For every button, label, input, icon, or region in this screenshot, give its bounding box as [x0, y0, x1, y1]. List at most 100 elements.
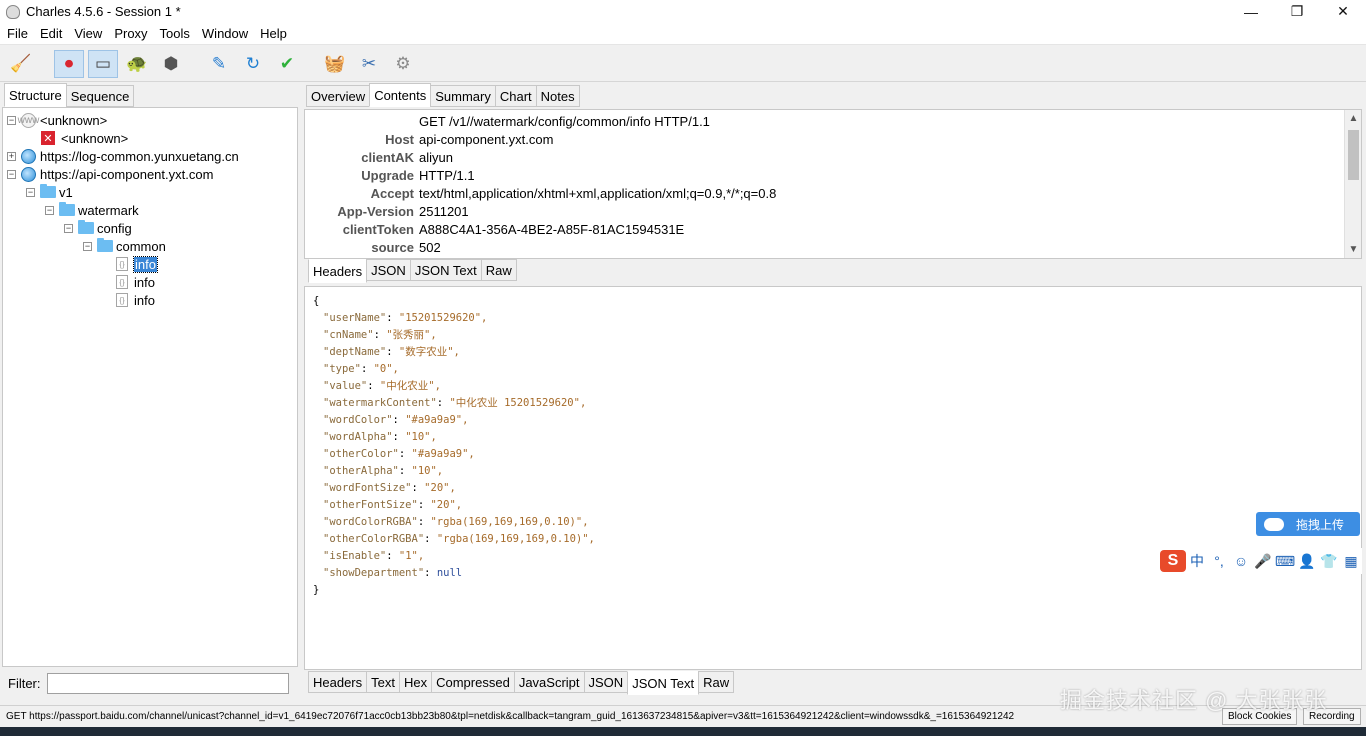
header-key: Accept	[370, 185, 414, 201]
microphone-icon[interactable]: 🎤	[1252, 550, 1274, 572]
scroll-up-icon[interactable]: ▲	[1345, 110, 1361, 127]
expand-toggle-icon[interactable]: −	[64, 223, 73, 233]
check-button[interactable]: ✔	[272, 50, 302, 78]
json-key: "isEnable"	[323, 550, 387, 562]
tree-node[interactable]: ✕ <unknown>	[27, 129, 128, 147]
tree-node[interactable]: {} info	[102, 255, 158, 273]
expand-toggle-icon[interactable]: +	[7, 151, 16, 161]
window-title: Charles 4.5.6 - Session 1 *	[26, 4, 181, 19]
pen-button[interactable]: ✎	[204, 50, 234, 78]
tree-node[interactable]: − config	[64, 219, 132, 237]
expand-toggle-icon[interactable]: −	[7, 169, 16, 179]
drag-upload-button[interactable]: 拖拽上传	[1256, 512, 1360, 536]
subtab-headers[interactable]: Headers	[308, 259, 368, 283]
response-tab-text[interactable]: Text	[366, 671, 400, 693]
response-tab-json-text[interactable]: JSON Text	[627, 671, 700, 695]
refresh-button[interactable]: ↻	[238, 50, 268, 78]
header-key: clientToken	[342, 221, 414, 237]
scroll-down-icon[interactable]: ▼	[1345, 241, 1361, 258]
json-line: "otherFontSize": "20",	[323, 499, 463, 511]
json-line: "showDepartment": null	[323, 567, 463, 579]
basket-button[interactable]: 🧺	[320, 50, 350, 78]
stop-icon: ⬢	[163, 53, 179, 73]
json-key: "wordAlpha"	[323, 431, 393, 443]
tree-node-label: info	[134, 292, 155, 308]
filter-row: Filter:	[8, 673, 289, 694]
record-button[interactable]: ⏺	[54, 49, 84, 78]
response-tab-json[interactable]: JSON	[583, 671, 629, 693]
expand-toggle-icon[interactable]: −	[45, 205, 54, 215]
response-tab-headers[interactable]: Headers	[308, 671, 368, 693]
tree-node[interactable]: + https://log-common.yunxuetang.cn	[7, 147, 239, 165]
tab-summary[interactable]: Summary	[430, 85, 496, 107]
json-key: "wordFontSize"	[323, 482, 412, 494]
menu-view[interactable]: View	[67, 26, 107, 41]
tab-contents[interactable]: Contents	[369, 83, 432, 107]
menu-file[interactable]: File	[0, 26, 33, 41]
record-icon: ⏺	[64, 53, 74, 73]
maximize-button[interactable]: ❐	[1274, 0, 1320, 23]
json-text-viewer[interactable]: {"userName": "15201529620", "cnName": "张秀…	[304, 286, 1362, 670]
tab-sequence[interactable]: Sequence	[65, 85, 135, 107]
emoji-icon[interactable]: ☺	[1230, 550, 1252, 572]
scroll-thumb[interactable]	[1348, 130, 1359, 180]
json-value: "0",	[373, 363, 399, 375]
menu-tools[interactable]: Tools	[153, 26, 195, 41]
response-tab-raw[interactable]: Raw	[698, 671, 735, 693]
menu-edit[interactable]: Edit	[33, 26, 67, 41]
folder-icon	[40, 184, 56, 198]
headers-scrollbar[interactable]: ▲ ▼	[1344, 110, 1361, 258]
sogou-logo-icon[interactable]: S	[1160, 550, 1186, 572]
close-button[interactable]: ✕	[1320, 0, 1366, 23]
expand-toggle-icon[interactable]: −	[83, 241, 92, 251]
broom-button[interactable]: 🧹	[6, 50, 36, 78]
header-key: Upgrade	[361, 167, 414, 183]
header-value: 2511201	[419, 203, 469, 219]
minimize-button[interactable]: —	[1228, 0, 1274, 23]
json-value: "10",	[405, 431, 437, 443]
menu-help[interactable]: Help	[253, 26, 292, 41]
json-value: "rgba(169,169,169,0.10)",	[430, 516, 589, 528]
user-icon[interactable]: 👤	[1296, 550, 1318, 572]
tab-structure[interactable]: Structure	[4, 83, 67, 107]
throttle-button[interactable]: ▭	[88, 49, 118, 78]
tree-node[interactable]: − common	[83, 237, 166, 255]
subtab-json-text[interactable]: JSON Text	[409, 259, 482, 281]
subtab-json[interactable]: JSON	[366, 259, 411, 281]
grid-icon[interactable]: ▦	[1340, 550, 1362, 572]
tree-node[interactable]: − https://api-component.yxt.com	[7, 165, 213, 183]
menu-proxy[interactable]: Proxy	[107, 26, 152, 41]
json-brace: {	[313, 295, 320, 307]
tree-node-label: v1	[59, 184, 73, 200]
menu-window[interactable]: Window	[195, 26, 253, 41]
gear-button[interactable]: ⚙	[388, 50, 418, 78]
folder-icon	[97, 238, 113, 252]
keyboard-icon[interactable]: ⌨	[1274, 550, 1296, 572]
response-tab-hex[interactable]: Hex	[398, 671, 433, 693]
json-value: "张秀丽",	[386, 329, 437, 341]
filter-input[interactable]	[46, 673, 289, 694]
tree-node[interactable]: {} info	[102, 273, 155, 291]
watermark-text: 掘金技术社区 @ 大张张张	[1060, 688, 1328, 713]
expand-toggle-icon[interactable]: −	[7, 115, 16, 125]
tree-node[interactable]: {} info	[102, 291, 155, 309]
chinese-mode-icon[interactable]: 中	[1186, 550, 1208, 572]
turtle-button[interactable]: 🐢	[122, 50, 152, 78]
stop-button[interactable]: ⬢	[156, 50, 186, 78]
tools-button[interactable]: ✂	[354, 50, 384, 78]
response-tab-compressed[interactable]: Compressed	[431, 671, 515, 693]
header-row: Host api-component.yxt.com	[305, 130, 553, 148]
tab-overview[interactable]: Overview	[306, 85, 371, 107]
skin-icon[interactable]: 👕	[1318, 550, 1340, 572]
tree-node[interactable]: − www <unknown>	[7, 111, 107, 129]
json-value: "15201529620",	[398, 312, 488, 324]
header-row: App-Version 2511201	[305, 202, 469, 220]
tree-node[interactable]: − watermark	[45, 201, 139, 219]
expand-toggle-icon[interactable]: −	[26, 187, 35, 197]
subtab-raw[interactable]: Raw	[480, 259, 517, 281]
response-tab-javascript[interactable]: JavaScript	[513, 671, 585, 693]
punctuation-icon[interactable]: °,	[1208, 550, 1230, 572]
tab-chart[interactable]: Chart	[494, 85, 537, 107]
tab-notes[interactable]: Notes	[535, 85, 580, 107]
tree-node[interactable]: − v1	[26, 183, 73, 201]
